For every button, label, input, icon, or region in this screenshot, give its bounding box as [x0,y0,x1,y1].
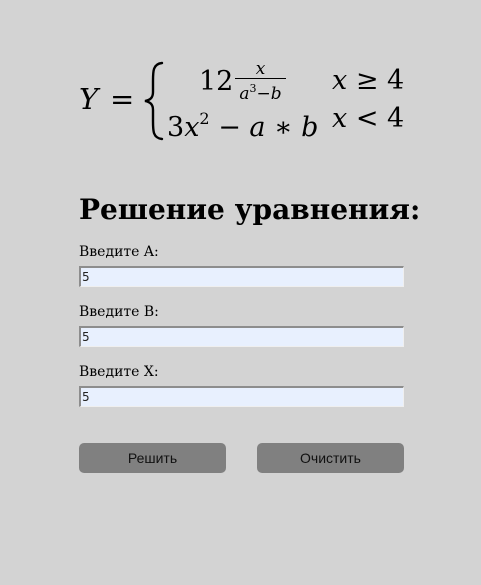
case1-condition-op: ≥ [355,65,379,96]
case2-var-a: a [249,112,266,143]
formula-case-1: 12 x a3−b [199,58,286,104]
case2-var-b: b [301,112,319,143]
input-x[interactable] [79,386,404,407]
case2-minus: − [218,112,241,143]
clear-button[interactable]: Очистить [257,443,404,473]
solve-button[interactable]: Решить [79,443,226,473]
case2-condition-value: 4 [387,103,405,134]
denominator-var-a: a [239,83,250,104]
formula-case-2: 3x2 − a ∗ b [167,102,318,145]
case2-coefficient: 3 [167,112,185,143]
case2-condition-var: x [332,103,348,134]
case2-exponent: 2 [199,109,210,128]
input-a[interactable] [79,266,404,287]
curly-brace-icon [144,61,164,141]
case1-condition: x ≥ 4 [332,64,404,98]
formula-equals: = [110,82,135,116]
piecewise-formula: Y = 12 x a3−b x ≥ 4 3x2 − a ∗ b x < 4 [79,58,409,145]
case1-condition-value: 4 [387,65,405,96]
input-b[interactable] [79,326,404,347]
case1-denominator: a3−b [235,79,285,104]
case1-condition-var: x [332,65,348,96]
label-x: Введите X: [79,364,159,380]
case1-numerator: x [255,58,266,79]
case2-times: ∗ [274,112,293,143]
case2-condition: x < 4 [332,102,404,136]
case1-coefficient: 12 [199,66,234,97]
denominator-exponent: 3 [249,81,257,95]
formula-lhs: Y [79,82,99,116]
page-title: Решение уравнения: [79,193,421,226]
denominator-var-b: b [270,83,282,104]
label-a: Введите A: [79,244,159,260]
case2-condition-op: < [355,103,379,134]
case1-fraction: x a3−b [235,58,286,104]
denominator-minus: − [256,83,271,104]
label-b: Введите B: [79,304,159,320]
case2-var-x: x [184,112,200,143]
